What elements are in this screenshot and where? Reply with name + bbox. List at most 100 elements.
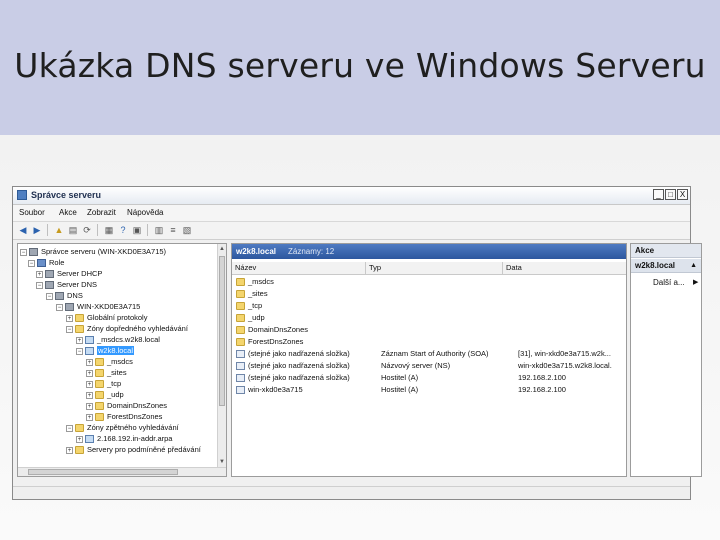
column-header-type[interactable]: Typ [366,262,503,274]
tree-item[interactable]: + DomainDnsZones [86,400,167,411]
table-row[interactable]: _udp [232,312,626,324]
tree-item[interactable]: + _tcp [86,378,121,389]
toolbar-separator [147,224,148,236]
tree-item[interactable]: + _sites [86,367,127,378]
collapse-icon[interactable]: − [66,424,73,432]
tree-item[interactable]: + Server DHCP [36,268,102,279]
expand-icon[interactable]: + [86,413,93,421]
table-row[interactable]: DomainDnsZones [232,324,626,336]
tree-item[interactable]: − Zóny zpětného vyhledávání [66,422,179,433]
show-hide-tree-icon[interactable]: ▤ [67,224,79,236]
tree-item[interactable]: − DNS [46,290,83,301]
collapse-icon[interactable]: − [66,325,73,333]
collapse-icon[interactable]: − [28,259,35,267]
table-row[interactable]: _msdcs [232,276,626,288]
slide-title: Ukázka DNS serveru ve Windows Serveru [14,46,706,85]
tree-item[interactable]: + Servery pro podmíněné předávání [66,444,201,455]
collapse-icon[interactable]: − [76,347,83,355]
folder-icon [95,380,104,389]
tree-item[interactable]: − Zóny dopředného vyhledávání [66,323,188,334]
export-icon[interactable]: ▦ [103,224,115,236]
expand-icon[interactable]: + [76,435,83,443]
scroll-thumb[interactable] [28,469,178,475]
expand-icon[interactable]: + [86,402,93,410]
collapse-icon[interactable]: − [56,303,63,311]
tree-item[interactable]: + _msdcs [86,356,133,367]
results-pane: w2k8.local Záznamy: 12 Název Typ Data _m… [231,243,627,477]
folder-icon [75,325,84,334]
close-button[interactable]: X [677,189,688,200]
table-row[interactable]: _sites [232,288,626,300]
collapse-icon[interactable]: − [36,281,43,289]
properties-icon[interactable]: ▣ [131,224,143,236]
tree-horizontal-scrollbar[interactable] [18,467,226,476]
table-row[interactable]: _tcp [232,300,626,312]
collapse-icon[interactable]: − [20,248,27,256]
menu-file[interactable]: Soubor [19,208,45,217]
menu-bar: Soubor Akce Zobrazit Nápověda [13,205,690,222]
table-row[interactable]: win-xkd0e3a715 Hostitel (A) 192.168.2.100 [232,384,626,396]
expand-icon[interactable]: + [86,369,93,377]
expand-icon[interactable]: + [66,446,73,454]
submenu-arrow-icon: ▶ [693,279,699,286]
list-icon[interactable]: ≡ [167,224,179,236]
delete-icon[interactable]: ▧ [181,224,193,236]
expand-icon[interactable]: + [86,380,93,388]
forward-arrow-icon[interactable]: ▶ [31,224,43,236]
cell-type: Hostitel (A) [381,385,419,394]
collapse-caret-icon[interactable]: ▲ [690,259,697,273]
folder-icon [236,326,245,335]
tree-item-label: Zóny dopředného vyhledávání [87,324,188,333]
tree-item[interactable]: + _udp [86,389,124,400]
menu-view[interactable]: Zobrazit [87,208,116,217]
expand-icon[interactable]: + [86,391,93,399]
expand-icon[interactable]: + [36,270,43,278]
tree-vertical-scrollbar[interactable]: ▲ ▼ [217,244,226,476]
console-tree[interactable]: − Správce serveru (WIN-XKD0E3A715) − Role … [17,243,227,477]
refresh-icon[interactable]: ⟳ [81,224,93,236]
expand-icon[interactable]: + [76,336,83,344]
tree-item[interactable]: − WIN-XKD0E3A715 [56,301,140,312]
maximize-button[interactable]: □ [665,189,676,200]
collapse-icon[interactable]: − [46,292,53,300]
toolbar: ◀ ▶ ▲ ▤ ⟳ ▦ ? ▣ ▥ ≡ ▧ [13,222,690,240]
menu-help[interactable]: Nápověda [127,208,163,217]
tree-item-label: 2.168.192.in-addr.arpa [97,434,173,443]
tree-item[interactable]: + ForestDnsZones [86,411,162,422]
tree-item-label: Globální protokoly [87,313,148,322]
tree-item[interactable]: + _msdcs.w2k8.local [76,334,160,345]
folder-icon [95,402,104,411]
expand-icon[interactable]: + [86,358,93,366]
cell-name: DomainDnsZones [248,325,309,334]
tree-item[interactable]: − Role [28,257,64,268]
column-header-data[interactable]: Data [503,262,626,274]
column-header-name[interactable]: Název [232,262,366,274]
back-arrow-icon[interactable]: ◀ [17,224,29,236]
scroll-down-icon[interactable]: ▼ [218,458,226,466]
table-row[interactable]: (stejné jako nadřazená složka) Názvový se… [232,360,626,372]
results-header-title: w2k8.local [236,247,277,256]
tree-item[interactable]: + Globální protokoly [66,312,147,323]
dns-record-icon[interactable]: ▥ [153,224,165,236]
tree-item-label: w2k8.local [97,346,135,355]
actions-subtitle[interactable]: w2k8.local ▲ [631,259,701,273]
up-folder-icon[interactable]: ▲ [53,224,65,236]
folder-icon [75,424,84,433]
tree-item[interactable]: − Server DNS [36,279,97,290]
cell-name: _udp [248,313,265,322]
tree-item[interactable]: − Správce serveru (WIN-XKD0E3A715) [20,246,166,257]
expand-icon[interactable]: + [66,314,73,322]
actions-title: Akce [631,244,701,258]
table-row[interactable]: (stejné jako nadřazená složka) Hostitel (… [232,372,626,384]
menu-action[interactable]: Akce [59,208,77,217]
tree-item[interactable]: +2.168.192.in-addr.arpa [76,433,172,444]
table-row[interactable]: ForestDnsZones [232,336,626,348]
tree-item-selected[interactable]: − w2k8.local [76,345,135,356]
more-actions-item[interactable]: Další a... ▶ [653,278,698,287]
table-row[interactable]: (stejné jako nadřazená složka) Záznam Sta… [232,348,626,360]
help-icon[interactable]: ? [117,224,129,236]
cell-type: Hostitel (A) [381,373,419,382]
minimize-button[interactable]: _ [653,189,664,200]
scroll-up-icon[interactable]: ▲ [218,245,226,253]
scroll-thumb[interactable] [219,256,225,406]
